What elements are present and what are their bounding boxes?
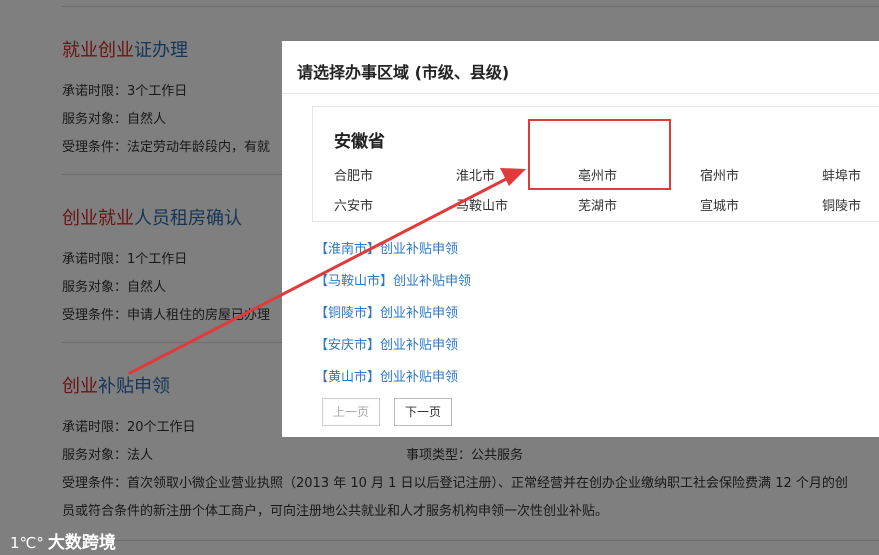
annotation-arrow-icon	[128, 168, 526, 375]
